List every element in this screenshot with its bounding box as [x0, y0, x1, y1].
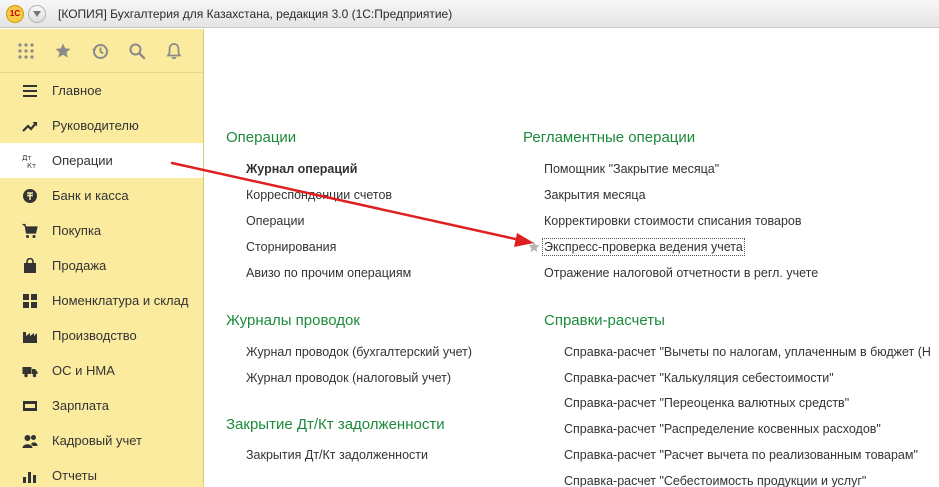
section-fixed-assets[interactable]: ОС и НМА — [0, 353, 203, 388]
link-account-correspondence[interactable]: Корреспонденции счетов — [246, 188, 392, 202]
apps-grid-icon[interactable] — [16, 41, 36, 61]
link-accounting-journal[interactable]: Журнал проводок (бухгалтерский учет) — [246, 345, 472, 359]
section-purchase[interactable]: Покупка — [0, 213, 203, 248]
section-label: ОС и НМА — [52, 363, 115, 378]
favorite-star-icon[interactable] — [528, 241, 540, 253]
chevron-down-icon — [33, 10, 41, 17]
history-icon[interactable] — [90, 41, 110, 61]
section-reports[interactable]: Отчеты — [0, 458, 203, 487]
link-tax-reporting-reflection[interactable]: Отражение налоговой отчетности в регл. у… — [544, 266, 818, 280]
link-other-operations-notice[interactable]: Авизо по прочим операциям — [246, 266, 411, 280]
link-goods-cost-adjustments[interactable]: Корректировки стоимости списания товаров — [544, 214, 801, 228]
logo-text: 1С — [9, 9, 21, 18]
section-label: Производство — [52, 328, 137, 343]
section-content: Операции Журнал операций Корреспонденции… — [205, 29, 939, 487]
link-month-close-assistant[interactable]: Помощник "Закрытие месяца" — [544, 162, 719, 176]
section-label: Операции — [52, 153, 113, 168]
section-label: Продажа — [52, 258, 107, 273]
section-production[interactable]: Производство — [0, 318, 203, 353]
bar-chart-icon — [22, 468, 38, 484]
window-title: [КОПИЯ] Бухгалтерия для Казахстана, реда… — [58, 6, 453, 21]
trend-icon — [22, 118, 38, 134]
grid-icon — [22, 293, 38, 309]
cart-icon — [22, 223, 38, 239]
section-label: Банк и касса — [52, 188, 129, 203]
closing-group-title: Закрытие Дт/Кт задолженности — [226, 416, 445, 433]
shopping-bag-icon — [22, 257, 38, 274]
section-label: Зарплата — [52, 398, 109, 413]
link-report-tax-deductions[interactable]: Справка-расчет "Вычеты по налогам, уплач… — [564, 345, 931, 359]
section-hr[interactable]: Кадровый учет — [0, 423, 203, 458]
section-sales[interactable]: Продажа — [0, 248, 203, 283]
svg-text:Дт: Дт — [22, 154, 32, 162]
people-icon — [22, 433, 38, 449]
link-operations-journal[interactable]: Журнал операций — [246, 162, 357, 176]
link-express-accounting-check[interactable]: Экспресс-проверка ведения учета — [542, 238, 745, 256]
debit-credit-icon: Дт Кт — [22, 153, 38, 169]
link-tax-journal[interactable]: Журнал проводок (налоговый учет) — [246, 371, 451, 385]
truck-icon — [22, 363, 38, 379]
search-icon[interactable] — [127, 41, 147, 61]
title-bar: 1С [КОПИЯ] Бухгалтерия для Казахстана, р… — [0, 0, 939, 28]
link-reversals[interactable]: Сторнирования — [246, 240, 336, 254]
link-report-indirect-costs[interactable]: Справка-расчет "Распределение косвенных … — [564, 422, 881, 436]
section-main[interactable]: Главное — [0, 73, 203, 108]
sections-panel: Главное Руководителю Дт Кт Операции Банк … — [0, 29, 204, 487]
link-operations[interactable]: Операции — [246, 214, 304, 228]
reports-group-title: Справки-расчеты — [544, 312, 665, 329]
section-operations[interactable]: Дт Кт Операции — [0, 143, 203, 178]
quick-toolbar — [0, 29, 203, 73]
salary-icon — [22, 398, 38, 414]
section-bank[interactable]: Банк и касса — [0, 178, 203, 213]
menu-lines-icon — [22, 83, 38, 99]
main-menu-button[interactable] — [28, 4, 46, 23]
section-manager[interactable]: Руководителю — [0, 108, 203, 143]
section-label: Номенклатура и склад — [52, 293, 189, 308]
section-label: Кадровый учет — [52, 433, 142, 448]
section-label: Главное — [52, 83, 102, 98]
operations-group-title: Операции — [226, 129, 297, 146]
svg-text:Кт: Кт — [27, 162, 36, 169]
link-report-production-cost[interactable]: Справка-расчет "Себестоимость продукции … — [564, 474, 866, 487]
app-logo-icon[interactable]: 1С — [6, 4, 24, 23]
link-report-cost-calculation[interactable]: Справка-расчет "Калькуляция себестоимост… — [564, 371, 834, 385]
link-debt-closing[interactable]: Закрытия Дт/Кт задолженности — [246, 448, 428, 462]
regulatory-group-title: Регламентные операции — [523, 129, 696, 146]
section-label: Отчеты — [52, 468, 97, 483]
link-month-closings[interactable]: Закрытия месяца — [544, 188, 646, 202]
coin-icon — [22, 188, 38, 204]
section-label: Руководителю — [52, 118, 139, 133]
notifications-bell-icon[interactable] — [164, 41, 184, 61]
section-inventory[interactable]: Номенклатура и склад — [0, 283, 203, 318]
link-report-currency-revaluation[interactable]: Справка-расчет "Переоценка валютных сред… — [564, 396, 849, 410]
sections-list: Главное Руководителю Дт Кт Операции Банк … — [0, 73, 203, 487]
link-report-sold-goods-deduction[interactable]: Справка-расчет "Расчет вычета по реализо… — [564, 448, 918, 462]
section-label: Покупка — [52, 223, 102, 238]
journals-group-title: Журналы проводок — [226, 312, 360, 329]
section-salary[interactable]: Зарплата — [0, 388, 203, 423]
favorites-star-icon[interactable] — [53, 41, 73, 61]
factory-icon — [22, 328, 38, 344]
